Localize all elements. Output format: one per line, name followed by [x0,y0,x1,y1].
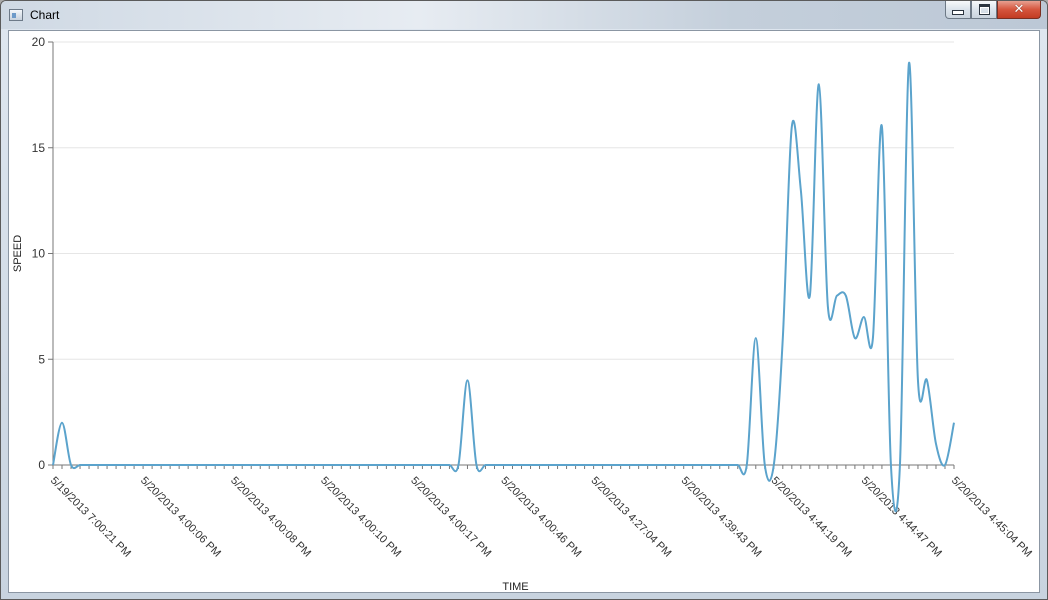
y-tick-label: 5 [38,352,45,366]
x-tick-label: 5/20/2013 4:00:10 PM [318,475,403,560]
window-title: Chart [30,8,60,22]
x-tick-label: 5/20/2013 4:27:04 PM [588,475,673,560]
x-tick-label: 5/20/2013 4:00:17 PM [408,475,493,560]
minimize-button[interactable] [945,1,971,19]
chart-window: Chart ✕ 0 5 10 15 20 5/19/2013 7:00:21 PM 5/2… [0,0,1048,600]
x-tick-label: 5/20/2013 4:44:47 PM [859,475,944,560]
maximize-icon [978,4,990,15]
y-axis-title: SPEED [12,235,24,272]
x-tick-label: 5/20/2013 4:00:06 PM [138,475,223,560]
y-axis-ticks: 0 5 10 15 20 [32,35,53,472]
x-tick-label: 5/20/2013 4:44:19 PM [769,475,854,560]
x-tick-label: 5/20/2013 4:39:43 PM [679,475,764,560]
minimize-icon [952,10,964,15]
speed-series-line [52,62,955,513]
caption-buttons: ✕ [945,1,1041,21]
x-axis-ticks: 5/19/2013 7:00:21 PM 5/20/2013 4:00:06 PM… [48,465,1034,560]
x-tick-label: 5/20/2013 4:00:08 PM [228,475,313,560]
x-tick-label: 5/19/2013 7:00:21 PM [48,475,133,560]
close-icon: ✕ [1013,2,1025,17]
title-bar[interactable]: Chart ✕ [1,1,1047,29]
y-tick-label: 15 [32,141,46,155]
chart-area: 0 5 10 15 20 5/19/2013 7:00:21 PM 5/20/2013 4… [8,30,1040,593]
line-chart: 05101520 5/19/2013 7:00:21 PM 5/20/2013 4… [12,35,1034,592]
y-tick-label: 0 [38,458,45,472]
maximize-button[interactable] [971,1,997,19]
close-button[interactable]: ✕ [997,1,1041,19]
y-tick-label: 10 [32,247,46,261]
x-axis-title: TIME [502,581,528,592]
y-tick-label: 20 [32,35,46,49]
x-tick-label: 5/20/2013 4:00:46 PM [498,475,583,560]
window-app-icon [9,9,23,21]
x-tick-label: 5/20/2013 4:45:04 PM [949,475,1034,560]
